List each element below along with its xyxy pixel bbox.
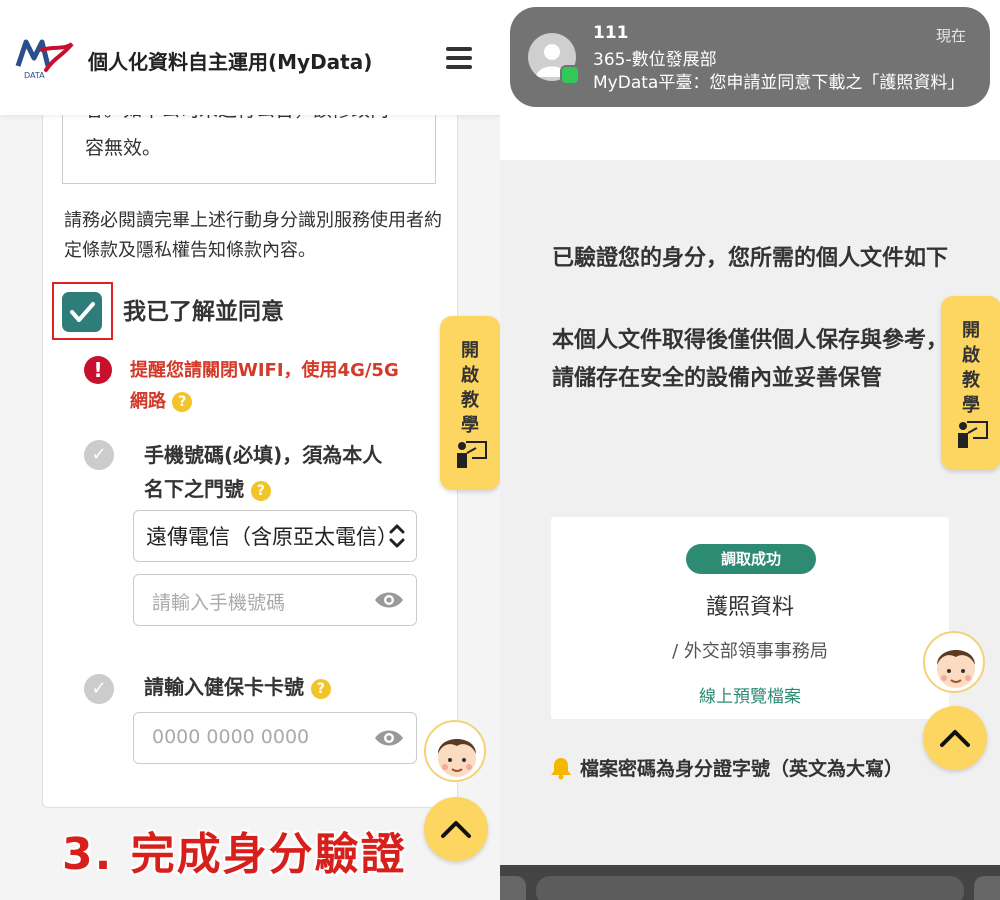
- terms-notice: 請務必閱讀完畢上述行動身分識別服務使用者約定條款及隱私權告知條款內容。: [64, 210, 442, 261]
- preview-file-link[interactable]: 線上預覽檔案: [551, 682, 949, 707]
- left-screen: 容。如本公司未進行公告，該修改內 容無效。 DATA 個人化資料自主運用(MyD…: [0, 0, 500, 900]
- eye-icon[interactable]: [374, 590, 404, 610]
- scroll-top-button[interactable]: [424, 797, 488, 861]
- tutorial-label: 開啟教學: [461, 340, 479, 436]
- step-caption: 3. 完成身分驗證: [62, 829, 407, 880]
- assistant-avatar[interactable]: [923, 631, 985, 693]
- nhi-card-placeholder: 0000 0000 0000: [152, 726, 310, 748]
- wifi-warning-line-2: 網路: [130, 391, 166, 412]
- check-icon: [70, 302, 95, 322]
- select-arrows-icon: [386, 521, 408, 551]
- agree-label: 我已了解並同意: [123, 299, 284, 325]
- storage-notice: 本個人文件取得後僅供個人保存與參考，請儲存在安全的設備內並妥善保管: [552, 328, 949, 391]
- browser-tab-left[interactable]: [500, 876, 526, 900]
- phone-step-line-1: 手機號碼(必填)，須為本人: [144, 443, 383, 467]
- notification-subtitle: 365-數位發展部: [593, 50, 717, 70]
- tutorial-button[interactable]: 開啟教學: [941, 296, 1000, 470]
- assistant-avatar[interactable]: [424, 720, 486, 782]
- browser-tab-right[interactable]: [974, 876, 1000, 900]
- app-title: 個人化資料自主運用(MyData): [88, 50, 373, 74]
- messages-icon: [560, 65, 580, 85]
- document-title: 護照資料: [705, 595, 794, 620]
- right-screen: 111 365-數位發展部 MyData平臺：您申請並同意下載之「護照資料」 現…: [500, 0, 1000, 900]
- teacher-icon: [457, 441, 487, 468]
- app-header: DATA 個人化資料自主運用(MyData): [0, 0, 500, 115]
- warning-icon: !: [84, 356, 112, 384]
- password-note: 檔案密碼為身分證字號（英文為大寫）: [580, 758, 904, 780]
- push-notification[interactable]: 111 365-數位發展部 MyData平臺：您申請並同意下載之「護照資料」 現…: [510, 7, 990, 107]
- agree-checkbox[interactable]: [62, 292, 102, 332]
- carrier-select[interactable]: 遠傳電信（含原亞太電信）: [133, 510, 417, 562]
- tutorial-button[interactable]: 開啟教學: [440, 316, 500, 490]
- menu-icon[interactable]: [446, 47, 472, 69]
- wifi-warning: 提醒您請關閉WIFI，使用4G/5G 網路 ?: [130, 355, 430, 417]
- carrier-select-value: 遠傳電信（含原亞太電信）: [146, 525, 398, 549]
- phone-step-label: 手機號碼(必填)，須為本人 名下之門號 ?: [144, 438, 424, 506]
- nhi-step-label: 請輸入健保卡卡號 ?: [144, 670, 331, 704]
- logo-text: DATA: [24, 71, 45, 80]
- notification-message: MyData平臺：您申請並同意下載之「護照資料」: [593, 73, 965, 93]
- scroll-top-button[interactable]: [923, 706, 987, 770]
- verified-heading: 已驗證您的身分，您所需的個人文件如下: [552, 246, 949, 271]
- document-issuer: / 外交部領事事務局: [672, 641, 828, 662]
- nhi-card-input[interactable]: 0000 0000 0000: [133, 712, 417, 764]
- chevron-up-icon: [441, 821, 471, 838]
- phone-step-line-2: 名下之門號: [144, 477, 244, 501]
- help-icon[interactable]: ?: [172, 392, 193, 412]
- nhi-step-text: 請輸入健保卡卡號: [144, 675, 304, 699]
- eye-icon[interactable]: [374, 728, 404, 748]
- document-card: 調取成功 護照資料 / 外交部領事事務局 線上預覽檔案: [551, 517, 949, 719]
- phone-input-placeholder: 請輸入手機號碼: [152, 592, 286, 614]
- notification-sender: 111: [593, 23, 629, 43]
- help-icon[interactable]: ?: [250, 480, 271, 501]
- avatar-face-icon: [438, 739, 476, 777]
- address-bar[interactable]: [536, 876, 964, 900]
- wifi-warning-line-1: 提醒您請關閉WIFI，使用4G/5G: [130, 360, 399, 381]
- terms-line-2: 容無效。: [85, 137, 162, 159]
- notification-time: 現在: [935, 27, 966, 45]
- step-check-icon: ✓: [84, 674, 114, 704]
- help-icon[interactable]: ?: [310, 678, 331, 699]
- bell-icon: [551, 758, 571, 780]
- chevron-up-icon: [940, 730, 970, 747]
- teacher-icon: [958, 421, 988, 448]
- phone-input[interactable]: 請輸入手機號碼: [133, 574, 417, 626]
- mydata-logo: DATA: [15, 39, 74, 80]
- status-badge: 調取成功: [686, 544, 816, 574]
- step-check-icon: ✓: [84, 440, 114, 470]
- tutorial-label: 開啟教學: [962, 320, 980, 416]
